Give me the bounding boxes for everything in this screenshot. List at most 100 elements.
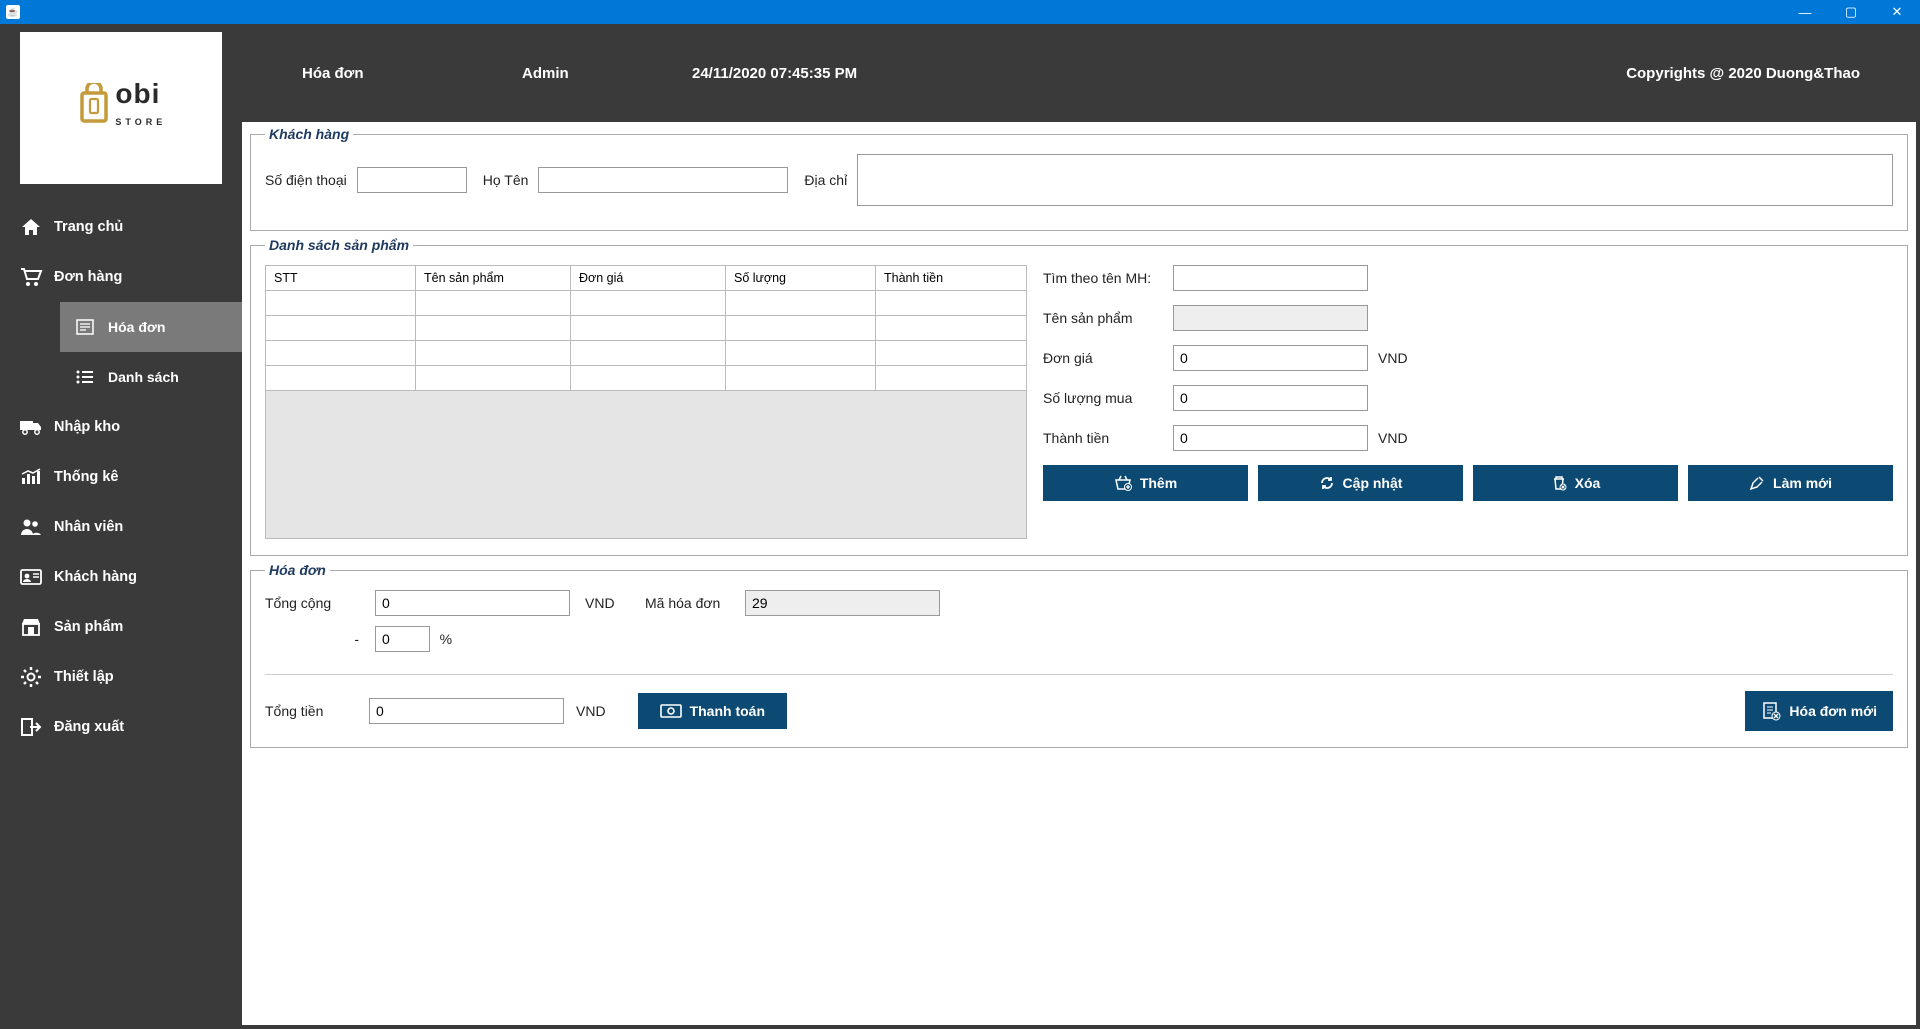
price-input[interactable] [1173, 345, 1368, 371]
close-button[interactable]: ✕ [1874, 0, 1920, 24]
button-label: Làm mới [1773, 475, 1832, 491]
table-row[interactable] [266, 291, 1027, 316]
button-label: Cập nhật [1343, 475, 1403, 491]
search-label: Tìm theo tên MH: [1043, 270, 1163, 286]
sidebar-subitem-invoice[interactable]: Hóa đơn [60, 302, 242, 352]
sidebar-item-label: Nhập kho [54, 419, 120, 435]
pname-label: Tên sản phẩm [1043, 310, 1163, 326]
col-name[interactable]: Tên sản phẩm [416, 266, 571, 291]
col-qty[interactable]: Số lượng [726, 266, 876, 291]
minimize-button[interactable]: — [1782, 0, 1828, 24]
add-button[interactable]: Thêm [1043, 465, 1248, 501]
price-label: Đơn giá [1043, 350, 1163, 366]
invoice-group: Hóa đơn Tổng cộng VND Mã hóa đơn - % Tổn… [250, 562, 1908, 748]
cart-icon [18, 266, 44, 288]
header-user: Admin [522, 65, 612, 82]
address-label: Địa chỉ [804, 172, 847, 188]
sidebar-item-stats[interactable]: Thống kê [0, 452, 242, 502]
sidebar-item-label: Danh sách [108, 369, 179, 385]
header: Hóa đơn Admin 24/11/2020 07:45:35 PM Cop… [242, 24, 1920, 122]
sidebar-item-label: Trang chủ [54, 219, 123, 235]
invoice-legend: Hóa đơn [265, 562, 330, 578]
customer-legend: Khách hàng [265, 126, 353, 142]
col-total[interactable]: Thành tiền [876, 266, 1027, 291]
sidebar-item-label: Nhân viên [54, 519, 123, 535]
product-list-group: Danh sách sản phẩm STT Tên sản phẩm Đơn … [250, 237, 1908, 556]
linetotal-unit: VND [1378, 430, 1498, 446]
table-empty-area [265, 391, 1027, 539]
new-invoice-button[interactable]: Hóa đơn mới [1745, 691, 1893, 731]
java-icon: ☕ [6, 5, 20, 19]
pay-button[interactable]: Thanh toán [638, 693, 787, 729]
sidebar-item-home[interactable]: Trang chủ [0, 202, 242, 252]
titlebar: ☕ — ▢ ✕ [0, 0, 1920, 24]
logo-text: obi [115, 78, 160, 109]
trash-icon [1551, 475, 1567, 491]
sidebar-item-orders[interactable]: Đơn hàng [0, 252, 242, 302]
basket-plus-icon [1114, 475, 1132, 491]
subtotal-unit: VND [585, 595, 635, 611]
discount-input[interactable] [375, 626, 430, 652]
update-button[interactable]: Cập nhật [1258, 465, 1463, 501]
total-input[interactable] [369, 698, 564, 724]
chart-icon [18, 466, 44, 488]
logo-subtext: STORE [115, 117, 166, 127]
sidebar-item-settings[interactable]: Thiết lập [0, 652, 242, 702]
product-table[interactable]: STT Tên sản phẩm Đơn giá Số lượng Thành … [265, 265, 1027, 391]
sidebar-item-label: Khách hàng [54, 569, 137, 585]
name-input[interactable] [538, 167, 788, 193]
qty-label: Số lượng mua [1043, 390, 1163, 406]
receipt-new-icon [1761, 701, 1781, 721]
subtotal-input[interactable] [375, 590, 570, 616]
total-label: Tổng tiền [265, 703, 357, 719]
col-stt[interactable]: STT [266, 266, 416, 291]
receipt-icon [72, 316, 98, 338]
table-row[interactable] [266, 341, 1027, 366]
delete-button[interactable]: Xóa [1473, 465, 1678, 501]
broom-icon [1749, 475, 1765, 491]
sidebar-item-customers[interactable]: Khách hàng [0, 552, 242, 602]
table-row[interactable] [266, 366, 1027, 391]
product-list-legend: Danh sách sản phẩm [265, 237, 413, 253]
sidebar-item-label: Đăng xuất [54, 719, 124, 735]
qty-input[interactable] [1173, 385, 1368, 411]
sidebar-item-import[interactable]: Nhập kho [0, 402, 242, 452]
col-price[interactable]: Đơn giá [571, 266, 726, 291]
store-icon [18, 616, 44, 638]
list-icon [72, 366, 98, 388]
phone-bag-icon [76, 83, 112, 125]
header-datetime: 24/11/2020 07:45:35 PM [692, 65, 857, 82]
phone-label: Số điện thoại [265, 172, 347, 188]
sidebar-item-logout[interactable]: Đăng xuất [0, 702, 242, 752]
sidebar-item-staff[interactable]: Nhân viên [0, 502, 242, 552]
address-input[interactable] [857, 154, 1893, 206]
subtotal-label: Tổng cộng [265, 595, 365, 611]
total-unit: VND [576, 703, 606, 719]
maximize-button[interactable]: ▢ [1828, 0, 1874, 24]
sidebar-item-products[interactable]: Sản phẩm [0, 602, 242, 652]
search-input[interactable] [1173, 265, 1368, 291]
logout-icon [18, 716, 44, 738]
sidebar-subitem-list[interactable]: Danh sách [60, 352, 242, 402]
table-row[interactable] [266, 316, 1027, 341]
sidebar-item-label: Đơn hàng [54, 269, 122, 285]
sidebar-item-label: Thiết lập [54, 669, 114, 685]
logo: obi STORE [20, 32, 222, 184]
price-unit: VND [1378, 350, 1498, 366]
linetotal-label: Thành tiền [1043, 430, 1163, 446]
phone-input[interactable] [357, 167, 467, 193]
linetotal-input[interactable] [1173, 425, 1368, 451]
people-icon [18, 516, 44, 538]
header-copyright: Copyrights @ 2020 Duong&Thao [1626, 65, 1860, 82]
sidebar-item-label: Thống kê [54, 469, 118, 485]
id-card-icon [18, 566, 44, 588]
home-icon [18, 216, 44, 238]
discount-unit: % [440, 631, 452, 647]
name-label: Họ Tên [483, 172, 529, 188]
pname-field [1173, 305, 1368, 331]
gear-icon [18, 666, 44, 688]
sidebar-item-label: Sản phẩm [54, 619, 123, 635]
page-title: Hóa đơn [302, 65, 442, 82]
reset-button[interactable]: Làm mới [1688, 465, 1893, 501]
button-label: Thêm [1140, 475, 1177, 491]
